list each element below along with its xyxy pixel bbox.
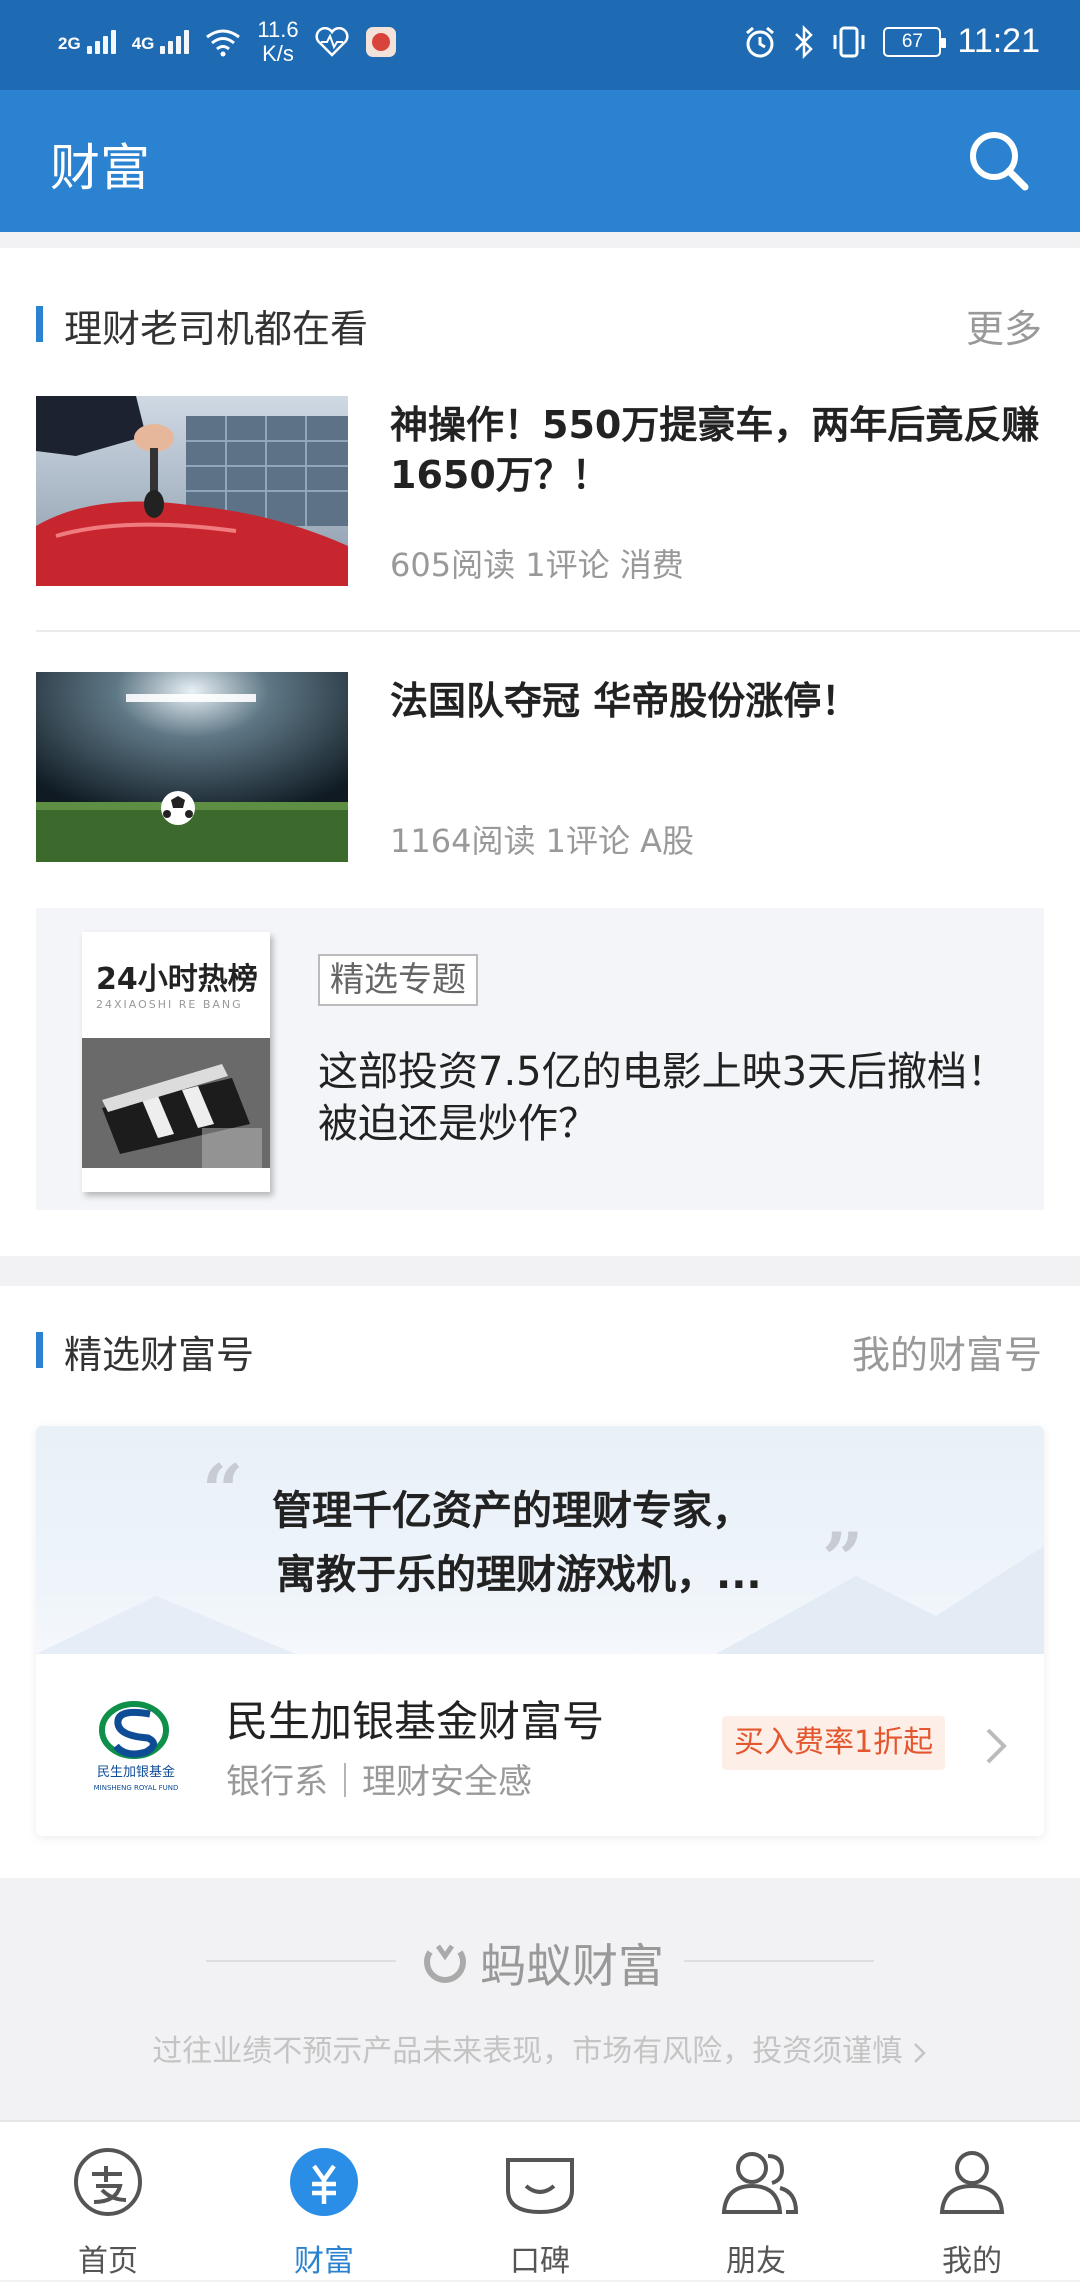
svg-text:民生加银基金: 民生加银基金 <box>97 1764 175 1780</box>
featured-topic-card[interactable]: 24小时热榜 24XIAOSHI RE BANG 精选专题 这部投资7.5亿的电… <box>36 908 1044 1210</box>
article-thumbnail-football <box>36 672 348 862</box>
health-heart-icon <box>315 27 349 57</box>
network-type-2: 4G <box>131 34 155 53</box>
tab-label: 财富 <box>294 2244 354 2279</box>
tab-label: 口碑 <box>510 2244 570 2279</box>
brand-name: 蚂蚁财富 <box>480 1939 664 1993</box>
network-type-1: 2G <box>58 34 81 53</box>
cover-subtitle: 24XIAOSHI RE BANG <box>96 998 243 1011</box>
clapperboard-image <box>82 1038 270 1168</box>
bluetooth-icon <box>795 24 814 59</box>
fortune-account-card[interactable]: “ 管理千亿资产的理财专家， 寓教于乐的理财游戏机，... ” 民生加银基金 M… <box>36 1426 1044 1836</box>
topic-title[interactable]: 这部投资7.5亿的电影上映3天后撤档！被迫还是炒作？ <box>318 1046 1018 1150</box>
article-item[interactable]: 神操作！550万提豪车，两年后竟反赚1650万？！ 605阅读 1评论 消费 <box>36 396 1080 592</box>
battery-icon: 67 <box>883 26 947 57</box>
koubei-icon <box>506 2158 574 2215</box>
signal-icon: 2G <box>58 30 116 54</box>
article-meta: 605阅读 1评论 消费 <box>390 546 684 584</box>
tab-label: 朋友 <box>726 2244 786 2279</box>
close-quote-icon: ” <box>822 1516 864 1601</box>
footer: 蚂蚁财富 过往业绩不预示产品未来表现，市场有风险，投资须谨慎 <box>0 1890 1080 2110</box>
ant-fortune-brand: 蚂蚁财富 <box>420 1930 664 1996</box>
app-notification-icon <box>365 27 396 57</box>
section-accent-bar <box>36 1332 43 1368</box>
tab-mine[interactable]: 我的 <box>864 2122 1080 2282</box>
article-thumbnail-car <box>36 396 348 586</box>
yuan-icon <box>290 2148 358 2216</box>
divider <box>36 630 1080 632</box>
svg-text:MINSHENG ROYAL FUND: MINSHENG ROYAL FUND <box>94 1784 179 1792</box>
article-item[interactable]: 法国队夺冠 华帝股份涨停！ 1164阅读 1评论 A股 <box>36 672 1080 868</box>
tab-home[interactable]: 首页 <box>0 2122 216 2282</box>
tab-wealth[interactable]: 财富 <box>216 2122 432 2282</box>
hot-list-cover: 24小时热榜 24XIAOSHI RE BANG <box>82 932 270 1192</box>
section-accent-bar <box>36 306 43 342</box>
topic-tag: 精选专题 <box>318 954 478 1006</box>
open-quote-icon: “ <box>202 1448 244 1533</box>
alarm-icon <box>746 26 775 57</box>
bottom-tab-bar: 首页 财富 口碑 朋友 我的 <box>0 2120 1080 2280</box>
tab-label: 我的 <box>942 2244 1002 2279</box>
cover-title: 24小时热榜 <box>96 962 258 997</box>
network-speed: 11.6 K/s <box>257 17 299 66</box>
section-title: 理财老司机都在看 <box>64 307 369 351</box>
fund-subtitle: 银行系｜理财安全感 <box>226 1762 532 1802</box>
article-title[interactable]: 法国队夺冠 华帝股份涨停！ <box>390 676 1070 726</box>
article-meta: 1164阅读 1评论 A股 <box>390 822 695 860</box>
tab-friends[interactable]: 朋友 <box>648 2122 864 2282</box>
article-title[interactable]: 神操作！550万提豪车，两年后竟反赚1650万？！ <box>390 400 1070 500</box>
quote-line-2: 寓教于乐的理财游戏机，... <box>276 1552 762 1598</box>
risk-disclaimer[interactable]: 过往业绩不预示产品未来表现，市场有风险，投资须谨慎 <box>0 2026 1080 2070</box>
page-title: 财富 <box>50 139 150 197</box>
more-link[interactable]: 更多 <box>966 298 1042 353</box>
hot-articles-section: 理财老司机都在看 更多 神操作！550万提豪车，两年后竟反赚1650万？！ 60… <box>0 248 1080 1256</box>
clock: 11:21 <box>957 22 1040 60</box>
divider <box>684 1960 874 1962</box>
vibrate-icon <box>833 26 865 57</box>
wifi-icon <box>206 29 241 57</box>
app-bar: 财富 <box>0 90 1080 232</box>
my-fortune-link[interactable]: 我的财富号 <box>852 1324 1042 1379</box>
divider <box>206 1960 396 1962</box>
search-icon[interactable] <box>964 126 1032 194</box>
alipay-home-icon <box>74 2148 142 2216</box>
fund-name[interactable]: 民生加银基金财富号 <box>226 1688 604 1749</box>
chevron-right-icon <box>913 2042 926 2063</box>
quote-line-1: 管理千亿资产的理财专家， <box>272 1488 752 1534</box>
friends-icon <box>721 2152 799 2214</box>
minsheng-logo: 民生加银基金 MINSHENG ROYAL FUND <box>76 1694 196 1794</box>
fortune-accounts-section: 精选财富号 我的财富号 “ 管理千亿资产的理财专家， 寓教于乐的理财游戏机，..… <box>0 1286 1080 1878</box>
disclaimer-text: 过往业绩不预示产品未来表现，市场有风险，投资须谨慎 <box>152 2034 903 2069</box>
tab-koubei[interactable]: 口碑 <box>432 2122 648 2282</box>
section-header: 精选财富号 我的财富号 <box>0 1308 1080 1398</box>
ant-fortune-logo-icon <box>424 1944 466 1983</box>
section-title: 精选财富号 <box>64 1333 255 1377</box>
signal-icon-2: 4G <box>132 30 190 54</box>
quote-banner: “ 管理千亿资产的理财专家， 寓教于乐的理财游戏机，... ” <box>36 1426 1044 1654</box>
tab-label: 首页 <box>78 2244 138 2279</box>
fee-badge: 买入费率1折起 <box>722 1716 946 1770</box>
chevron-right-icon[interactable] <box>978 1726 1014 1766</box>
profile-icon <box>939 2151 1005 2214</box>
status-bar: 2G 4G 11.6 K/s 67 11:21 <box>0 0 1080 90</box>
section-header: 理财老司机都在看 更多 <box>0 288 1080 378</box>
